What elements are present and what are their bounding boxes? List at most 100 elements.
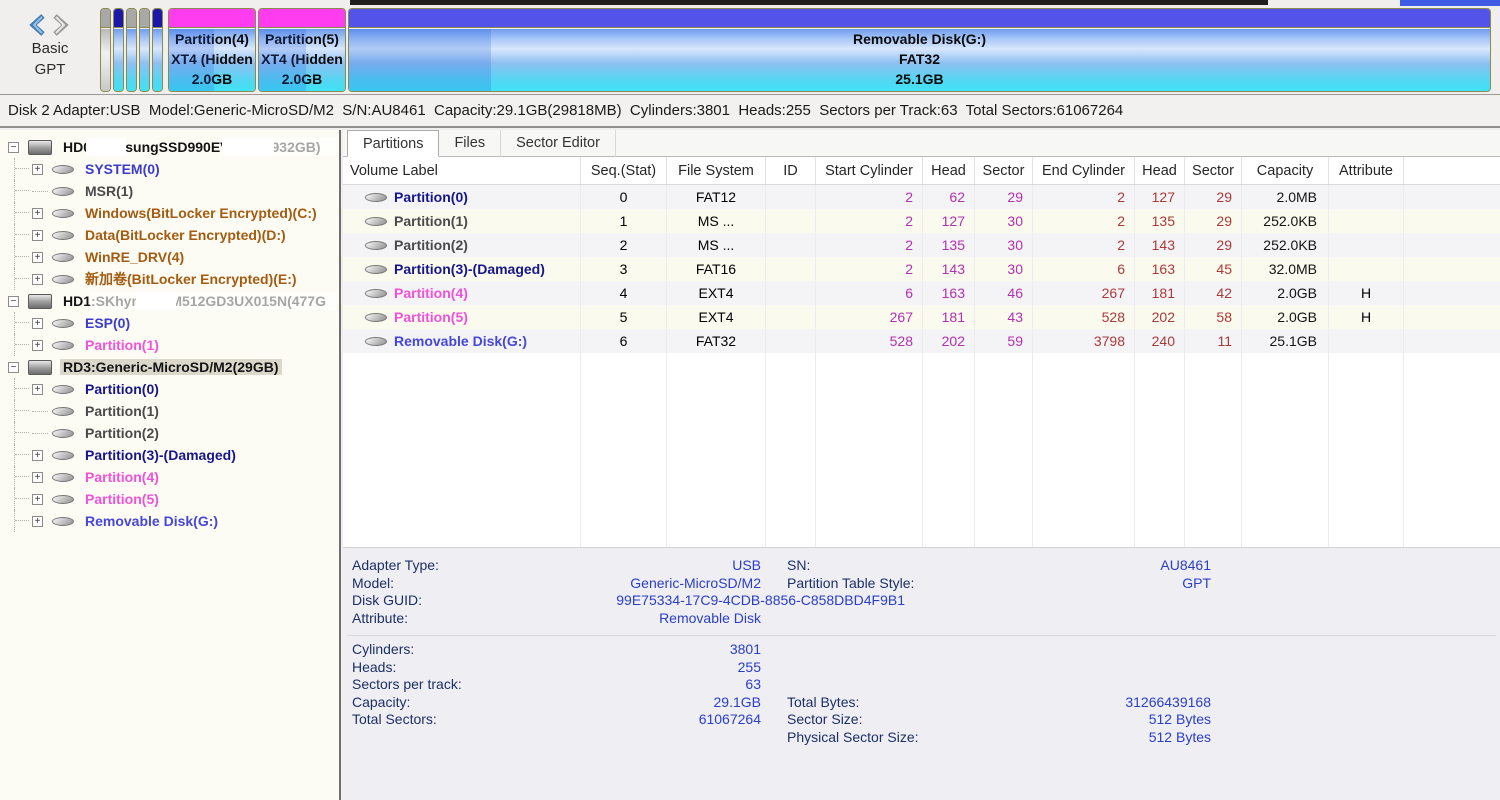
seq-cell: 1	[581, 209, 667, 233]
col-header[interactable]: Volume Label	[343, 157, 581, 184]
prev-next-disk-icons[interactable]	[27, 14, 73, 36]
disk-summary-bar: Disk 2 Adapter:USB Model:Generic-MicroSD…	[0, 96, 1500, 128]
start-cyl-cell: 2	[816, 185, 923, 209]
table-row[interactable]: Partition(2) 2 MS ... 2 135 30 2 143 29 …	[343, 233, 1500, 257]
info-label: Physical Sector Size:	[761, 729, 1001, 747]
tree-item-hd1[interactable]: HD1:SKhynixHFM512GD3UX015N(477G	[0, 290, 339, 312]
expand-icon[interactable]	[32, 274, 43, 285]
collapse-icon[interactable]	[8, 142, 19, 153]
partition-icon	[52, 429, 74, 438]
tab-partitions[interactable]: Partitions	[347, 130, 439, 157]
col-header[interactable]: Sector	[975, 157, 1033, 184]
start-head-cell: 127	[923, 209, 975, 233]
start-sector-cell: 30	[975, 209, 1033, 233]
table-header-row: Volume Label Seq.(Stat) File System ID S…	[343, 157, 1500, 185]
collapse-icon[interactable]	[8, 362, 19, 373]
col-header[interactable]: ID	[766, 157, 816, 184]
partition-icon	[365, 241, 387, 250]
col-header[interactable]: Head	[923, 157, 975, 184]
collapse-icon[interactable]	[8, 296, 19, 307]
expand-icon[interactable]	[32, 340, 43, 351]
expand-icon[interactable]	[32, 208, 43, 219]
col-header[interactable]: End Cylinder	[1033, 157, 1135, 184]
id-cell	[766, 233, 816, 257]
expand-icon[interactable]	[32, 230, 43, 241]
partition-segment[interactable]	[139, 8, 150, 92]
col-header[interactable]: Capacity	[1242, 157, 1329, 184]
end-head-cell: 240	[1135, 329, 1185, 353]
col-header[interactable]: File System	[667, 157, 766, 184]
info-label: Heads:	[343, 659, 523, 677]
tree-item-rd3-partition3[interactable]: Partition(3)-(Damaged)	[0, 444, 339, 466]
col-header[interactable]: Attribute	[1329, 157, 1404, 184]
expand-icon[interactable]	[32, 516, 43, 527]
col-header[interactable]: Sector	[1185, 157, 1242, 184]
table-row[interactable]: Partition(0) 0 FAT12 2 62 29 2 127 29 2.…	[343, 185, 1500, 209]
partition-segment[interactable]	[113, 8, 124, 92]
expand-icon[interactable]	[32, 384, 43, 395]
partition-icon	[52, 253, 74, 262]
attribute-cell	[1329, 209, 1404, 233]
partition-segment[interactable]	[100, 8, 111, 92]
tree-item-winre[interactable]: WinRE_DRV(4)	[0, 246, 339, 268]
fs-cell: FAT12	[667, 185, 766, 209]
table-row[interactable]: Partition(5) 5 EXT4 267 181 43 528 202 5…	[343, 305, 1500, 329]
partition-block-4[interactable]: Partition(4) XT4 (Hidden 2.0GB	[168, 8, 256, 92]
info-label: SN:	[761, 557, 1001, 575]
partition-detail-panel: Partitions Files Sector Editor Volume La…	[343, 130, 1500, 800]
tab-files[interactable]: Files	[439, 130, 501, 157]
tree-item-newvolume-e[interactable]: 新加卷(BitLocker Encrypted)(E:)	[0, 268, 339, 290]
tab-bar: Partitions Files Sector Editor	[343, 130, 1500, 157]
tree-item-rd3-partition5[interactable]: Partition(5)	[0, 488, 339, 510]
tree-item-rd3-partition0[interactable]: Partition(0)	[0, 378, 339, 400]
table-row[interactable]: Removable Disk(G:) 6 FAT32 528 202 59 37…	[343, 329, 1500, 353]
tree-item-rd3-partition4[interactable]: Partition(4)	[0, 466, 339, 488]
info-value: Removable Disk	[523, 610, 761, 628]
expand-icon[interactable]	[32, 472, 43, 483]
tree-item-rd3-partition2[interactable]: Partition(2)	[0, 422, 339, 444]
tree-item-data-d[interactable]: Data(BitLocker Encrypted)(D:)	[0, 224, 339, 246]
start-sector-cell: 43	[975, 305, 1033, 329]
col-header[interactable]: Seq.(Stat)	[581, 157, 667, 184]
disk-style-label: Basic	[14, 38, 86, 59]
start-head-cell: 135	[923, 233, 975, 257]
col-header[interactable]: Start Cylinder	[816, 157, 923, 184]
expand-icon[interactable]	[32, 318, 43, 329]
expand-icon[interactable]	[32, 252, 43, 263]
tree-item-esp[interactable]: ESP(0)	[0, 312, 339, 334]
tree-item-label: Partition(1)	[82, 337, 162, 353]
end-cyl-cell: 3798	[1033, 329, 1135, 353]
expand-icon[interactable]	[32, 494, 43, 505]
info-value: GPT	[1001, 575, 1211, 593]
tree-item-rd3[interactable]: RD3:Generic-MicroSD/M2(29GB)	[0, 356, 339, 378]
tab-sector-editor[interactable]: Sector Editor	[501, 130, 616, 157]
partition-icon	[52, 473, 74, 482]
table-row[interactable]: Partition(3)-(Damaged) 3 FAT16 2 143 30 …	[343, 257, 1500, 281]
col-header[interactable]: Head	[1135, 157, 1185, 184]
table-row[interactable]: Partition(1) 1 MS ... 2 127 30 2 135 29 …	[343, 209, 1500, 233]
tree-item-hd0[interactable]: HD0:SamsungSSD990EVO1TB(932GB)	[0, 136, 339, 158]
expand-icon[interactable]	[32, 450, 43, 461]
tree-item-msr[interactable]: MSR(1)	[0, 180, 339, 202]
tree-item-label: RD3:Generic-MicroSD/M2(29GB)	[60, 359, 282, 375]
tree-item-hd1-partition1[interactable]: Partition(1)	[0, 334, 339, 356]
tree-item-windows-c[interactable]: Windows(BitLocker Encrypted)(C:)	[0, 202, 339, 224]
partition-segment[interactable]	[152, 8, 163, 92]
partition-block-g[interactable]: Removable Disk(G:) FAT32 25.1GB	[348, 8, 1491, 92]
partition-icon	[52, 341, 74, 350]
tree-item-rd3-partition1[interactable]: Partition(1)	[0, 400, 339, 422]
table-row[interactable]: Partition(4) 4 EXT4 6 163 46 267 181 42 …	[343, 281, 1500, 305]
expand-icon[interactable]	[32, 164, 43, 175]
end-head-cell: 181	[1135, 281, 1185, 305]
partition-block-size: 25.1GB	[349, 69, 1490, 89]
tree-item-label: SYSTEM(0)	[82, 161, 163, 177]
seq-cell: 2	[581, 233, 667, 257]
partition-block-5[interactable]: Partition(5) XT4 (Hidden 2.0GB	[258, 8, 346, 92]
volume-label: Partition(4)	[394, 281, 468, 305]
partition-segment[interactable]	[126, 8, 137, 92]
info-value: 512 Bytes	[1001, 729, 1211, 747]
tree-item-removable-g[interactable]: Removable Disk(G:)	[0, 510, 339, 532]
end-sector-cell: 29	[1185, 185, 1242, 209]
start-cyl-cell: 267	[816, 305, 923, 329]
tree-item-system[interactable]: SYSTEM(0)	[0, 158, 339, 180]
